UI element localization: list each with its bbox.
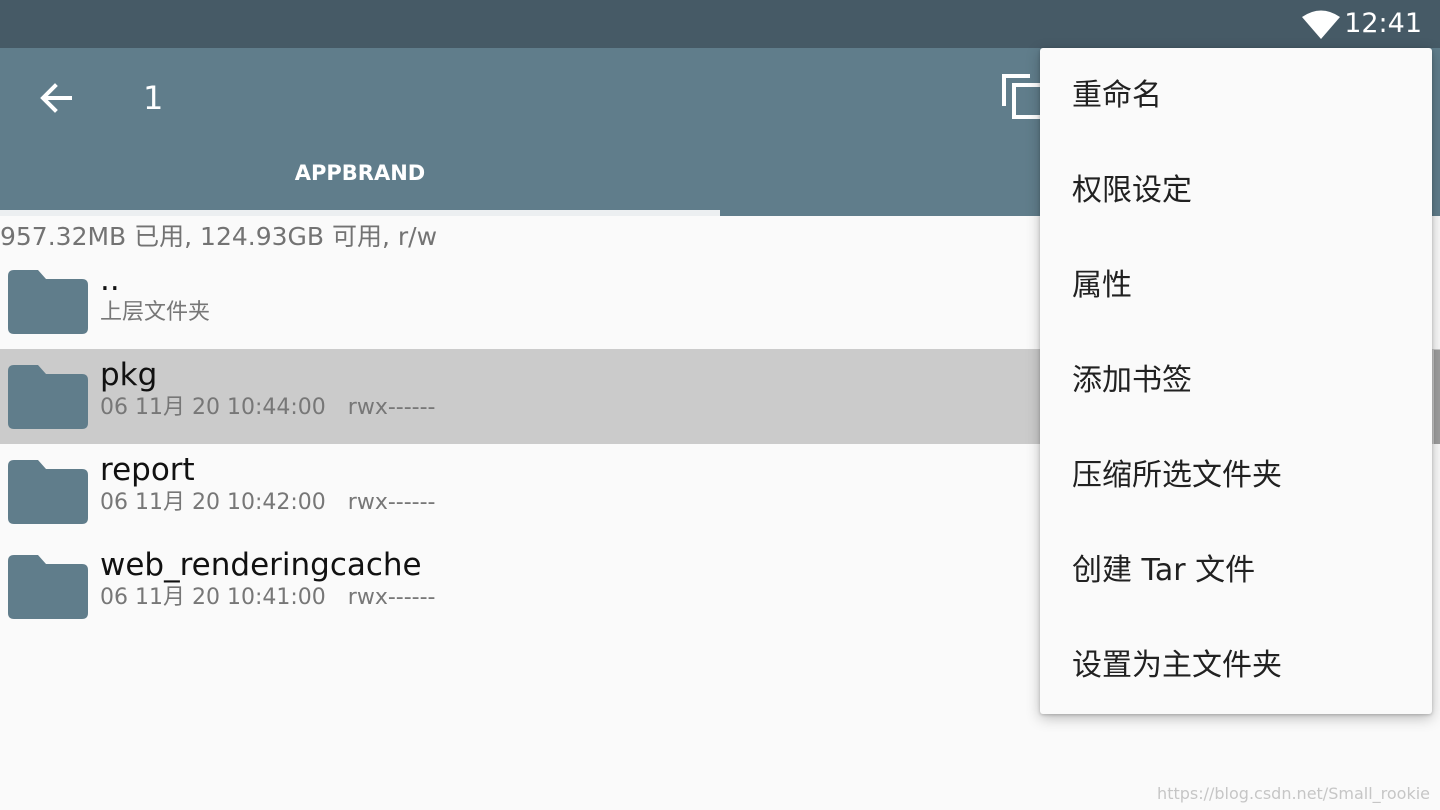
tab-indicator [0,210,720,216]
file-name: .. [100,262,120,298]
file-name: web_renderingcache [100,547,422,583]
file-meta: 06 11月 20 10:41:00 rwx------ [100,584,435,612]
file-name: report [100,452,195,488]
folder-icon [8,365,88,429]
menu-item-set-home[interactable]: 设置为主文件夹 [1040,618,1432,713]
watermark: https://blog.csdn.net/Small_rookie [1157,784,1430,803]
file-permissions: rwx------ [347,490,436,515]
file-date: 06 11月 20 10:42:00 [100,490,326,515]
status-bar: 12:41 [0,0,1440,48]
arrow-left-icon[interactable] [36,78,76,118]
file-meta: 上层文件夹 [100,299,210,327]
menu-item-rename[interactable]: 重命名 [1040,48,1432,143]
scrollbar-thumb[interactable] [1434,350,1440,444]
wifi-icon [1302,10,1340,39]
folder-icon [8,270,88,334]
status-clock: 12:41 [1344,8,1422,39]
menu-item-properties[interactable]: 属性 [1040,238,1432,333]
tab-appbrand[interactable]: APPBRAND [0,154,720,210]
file-name: pkg [100,357,158,393]
storage-info: 957.32MB 已用, 124.93GB 可用, r/w [0,222,438,251]
menu-item-create-tar[interactable]: 创建 Tar 文件 [1040,523,1432,618]
file-permissions: rwx------ [347,585,436,610]
file-date: 06 11月 20 10:44:00 [100,395,326,420]
file-date: 上层文件夹 [100,300,211,325]
toolbar-title: 1 [143,79,164,117]
file-meta: 06 11月 20 10:42:00 rwx------ [100,489,435,517]
menu-item-permissions[interactable]: 权限设定 [1040,143,1432,238]
file-meta: 06 11月 20 10:44:00 rwx------ [100,394,435,422]
file-date: 06 11月 20 10:41:00 [100,585,326,610]
overflow-menu: 重命名 权限设定 属性 添加书签 压缩所选文件夹 创建 Tar 文件 设置为主文… [1040,48,1432,714]
folder-icon [8,555,88,619]
file-permissions: rwx------ [347,395,436,420]
menu-item-compress[interactable]: 压缩所选文件夹 [1040,428,1432,523]
folder-icon [8,460,88,524]
menu-item-add-bookmark[interactable]: 添加书签 [1040,333,1432,428]
